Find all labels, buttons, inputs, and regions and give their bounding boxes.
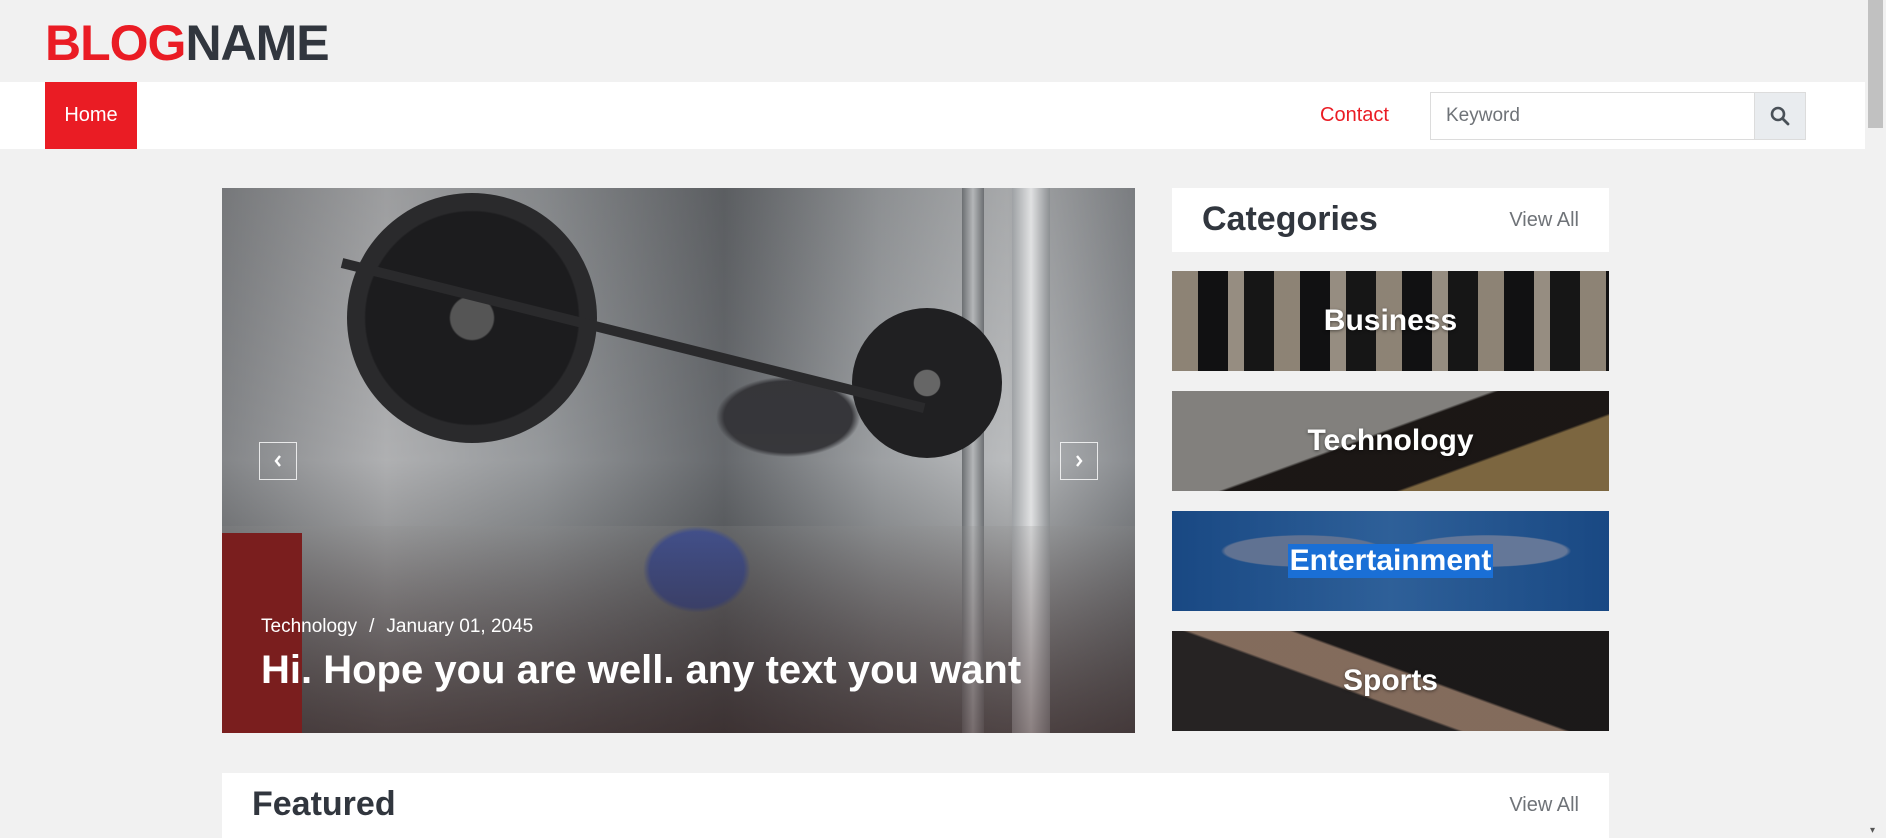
- site-header: BLOGNAME: [0, 0, 1865, 82]
- hero-date: January 01, 2045: [386, 616, 534, 637]
- main-navbar: Home Contact: [0, 82, 1865, 149]
- scrollbar-thumb[interactable]: [1868, 0, 1883, 128]
- chevron-right-icon: [1076, 455, 1083, 467]
- logo-part-blog: BLOG: [45, 15, 186, 71]
- category-label[interactable]: Entertainment: [1287, 544, 1494, 578]
- hero-title-link[interactable]: Hi. Hope you are well. any text you want: [261, 648, 1021, 693]
- chevron-left-icon: [274, 455, 281, 467]
- featured-title: Featured: [252, 785, 396, 823]
- nav-contact-link[interactable]: Contact: [1320, 82, 1389, 149]
- carousel-next-button[interactable]: [1060, 442, 1098, 480]
- carousel-prev-button[interactable]: [259, 442, 297, 480]
- page-scrollbar[interactable]: ▾: [1865, 0, 1886, 838]
- category-label[interactable]: Technology: [1305, 424, 1475, 458]
- meta-separator: /: [369, 616, 375, 637]
- nav-home-link[interactable]: Home: [45, 82, 137, 149]
- search-input[interactable]: [1430, 92, 1754, 140]
- hero-carousel[interactable]: Technology / January 01, 2045 Hi. Hope you…: [222, 188, 1135, 733]
- category-card-entertainment[interactable]: Entertainment: [1172, 511, 1609, 611]
- search-form: [1430, 92, 1806, 140]
- featured-header: Featured View All: [222, 773, 1609, 838]
- search-icon: [1770, 106, 1790, 126]
- hero-meta: Technology / January 01, 2045: [261, 616, 533, 638]
- categories-view-all-link[interactable]: View All: [1509, 209, 1579, 232]
- featured-view-all-link[interactable]: View All: [1509, 794, 1579, 817]
- category-label[interactable]: Business: [1322, 304, 1459, 338]
- hero-image-decoration: [852, 308, 1002, 458]
- scroll-down-icon[interactable]: ▾: [1870, 825, 1875, 836]
- categories-title: Categories: [1202, 200, 1378, 238]
- hero-category-link[interactable]: Technology: [261, 616, 357, 637]
- category-card-technology[interactable]: Technology: [1172, 391, 1609, 491]
- site-logo[interactable]: BLOGNAME: [45, 8, 330, 78]
- category-card-sports[interactable]: Sports: [1172, 631, 1609, 731]
- search-button[interactable]: [1754, 92, 1806, 140]
- logo-part-name: NAME: [185, 15, 329, 71]
- categories-header: Categories View All: [1172, 188, 1609, 252]
- category-card-business[interactable]: Business: [1172, 271, 1609, 371]
- category-label[interactable]: Sports: [1341, 664, 1440, 698]
